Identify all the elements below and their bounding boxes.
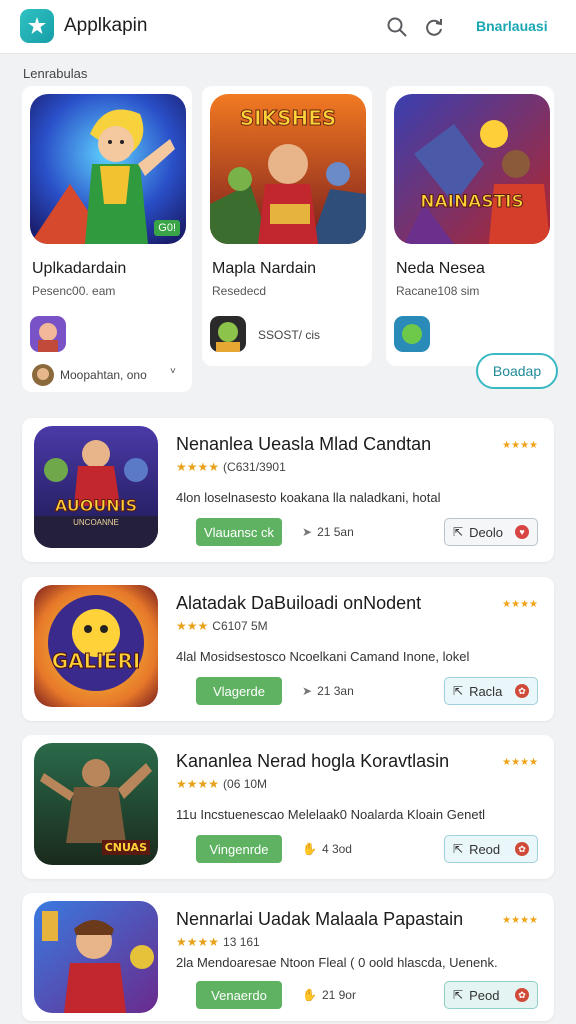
side-action-button[interactable]: Boadap: [476, 353, 558, 389]
app-title[interactable]: Nennarlai Uadak Malaala Papastain: [176, 909, 463, 930]
download-button[interactable]: Vlagerde: [196, 677, 282, 705]
featured-card-1[interactable]: G0! Uplkadardain Pesenc00. eam Moopahtan…: [22, 86, 192, 392]
size-info: ✋ 4 3od: [302, 842, 352, 856]
app-title[interactable]: Alatadak DaBuiloadi onNodent: [176, 593, 421, 614]
share-label: Reod: [469, 841, 501, 857]
size-info: ➤ 21 5an: [302, 525, 354, 539]
featured-row-text: SSOST/ cis: [258, 328, 321, 342]
rating-meta: (C631/3901: [223, 460, 286, 474]
share-button[interactable]: ⇱ Deolo ♥: [444, 518, 538, 546]
app-description: 4lon loselnasesto koakana lla naladkani,…: [176, 490, 441, 505]
size-info: ✋ 21 9or: [302, 988, 356, 1002]
download-button[interactable]: Venaerdo: [196, 981, 282, 1009]
featured-subtitle-3: Racane108 sim: [396, 284, 480, 298]
list-item[interactable]: GALIERI Alatadak DaBuiloadi onNodent ★★★…: [22, 577, 554, 721]
app-description: 2la Mendoaresae Ntoon Fleal ( 0 oold hla…: [176, 955, 498, 970]
featured-card-3[interactable]: NAINASTIS Neda Nesea Racane108 sim: [386, 86, 554, 366]
size-text: 21 5an: [317, 525, 354, 539]
related-app-icon[interactable]: [30, 316, 66, 352]
app-description: 4lal Mosidsestosco Ncoelkani Camand Inon…: [176, 649, 470, 664]
app-title[interactable]: Kananlea Nerad hogla Koravtlasin: [176, 751, 449, 772]
featured-art-1[interactable]: G0!: [30, 94, 186, 244]
rating-row: ★★★★ (06 10M: [176, 777, 267, 791]
list-item[interactable]: AUOUNIS UNCOANNE Nenanlea Ueasla Mlad Ca…: [22, 418, 554, 562]
featured-art-title: SIKSHES: [239, 106, 337, 131]
featured-card-2[interactable]: SIKSHES Mapla Nardain Resedecd SSOST/ ci…: [202, 86, 372, 366]
featured-title-2: Mapla Nardain: [212, 260, 317, 277]
featured-art-title: NAINASTIS: [420, 192, 525, 213]
app-art-subtitle: UNCOANNE: [73, 518, 119, 527]
size-text: 21 3an: [317, 684, 354, 698]
chevron-down-icon[interactable]: ˅: [170, 366, 176, 377]
thumb-icon: ✋: [302, 988, 317, 1002]
star-icon: ★★★★: [176, 935, 220, 949]
size-text: 21 9or: [321, 988, 356, 1002]
download-button[interactable]: Vingenrde: [196, 835, 282, 863]
arrow-icon: ➤: [302, 525, 313, 539]
heart-icon: ♥: [515, 525, 529, 539]
share-button[interactable]: ⇱ Peod ✿: [444, 981, 538, 1009]
rating-stars: ★★★★: [502, 915, 538, 926]
related-app-icon[interactable]: [210, 316, 246, 352]
featured-badge: G0!: [154, 220, 180, 236]
app-icon[interactable]: AUOUNIS UNCOANNE: [34, 426, 158, 548]
refresh-icon[interactable]: [423, 16, 445, 38]
app-art-title: CNUAS: [101, 840, 150, 855]
star-icon: ★★★: [176, 619, 209, 633]
list-item[interactable]: Nennarlai Uadak Malaala Papastain ★★★★ ★…: [22, 893, 554, 1021]
share-icon: ⇱: [453, 525, 464, 539]
app-icon[interactable]: [34, 901, 158, 1013]
featured-title-3: Neda Nesea: [396, 260, 485, 277]
header-action-link[interactable]: Bnarlauasi: [476, 18, 548, 34]
app-logo-icon[interactable]: [20, 9, 54, 43]
rating-stars: ★★★★: [502, 757, 538, 768]
app-title: Applkapin: [64, 15, 148, 36]
rating-meta: (06 10M: [223, 777, 268, 791]
featured-row-text: Moopahtan, ono: [60, 368, 147, 382]
badge-icon: ✿: [515, 842, 529, 856]
app-art-title: AUOUNIS: [54, 496, 138, 516]
section-label: Lenrabulas: [23, 66, 88, 81]
related-app-icon[interactable]: [394, 316, 430, 352]
app-title[interactable]: Nenanlea Ueasla Mlad Candtan: [176, 434, 431, 455]
rating-meta: 13 161: [223, 935, 260, 949]
featured-art-2[interactable]: SIKSHES: [210, 94, 366, 244]
star-icon: ★★★★: [176, 777, 220, 791]
rating-row: ★★★ C6107 5M: [176, 619, 268, 633]
featured-title-1: Uplkadardain: [32, 260, 127, 277]
rating-stars: ★★★★: [502, 440, 538, 451]
app-description: 11u Incstuenescao Melelaak0 Noalarda Klo…: [176, 807, 486, 822]
share-icon: ⇱: [453, 988, 464, 1002]
share-button[interactable]: ⇱ Reod ✿: [444, 835, 538, 863]
arrow-icon: ➤: [302, 684, 313, 698]
rating-row: ★★★★ 13 161: [176, 935, 260, 949]
app-icon[interactable]: GALIERI: [34, 585, 158, 707]
share-label: Racla: [469, 683, 503, 699]
rating-row: ★★★★ (C631/3901: [176, 460, 286, 474]
size-text: 4 3od: [321, 842, 352, 856]
featured-subtitle-2: Resedecd: [212, 284, 267, 298]
badge-icon: ✿: [515, 988, 529, 1002]
avatar: [32, 364, 54, 386]
search-icon[interactable]: [386, 16, 408, 38]
thumb-icon: ✋: [302, 842, 317, 856]
list-item[interactable]: CNUAS Kananlea Nerad hogla Koravtlasin ★…: [22, 735, 554, 879]
share-label: Peod: [469, 987, 500, 1003]
rating-meta: C6107 5M: [212, 619, 268, 633]
app-icon[interactable]: CNUAS: [34, 743, 158, 865]
share-button[interactable]: ⇱ Racla ✿: [444, 677, 538, 705]
share-icon: ⇱: [453, 842, 464, 856]
featured-subtitle-1: Pesenc00. eam: [32, 284, 116, 298]
share-label: Deolo: [469, 524, 504, 540]
featured-art-3[interactable]: NAINASTIS: [394, 94, 550, 244]
share-icon: ⇱: [453, 684, 464, 698]
badge-icon: ✿: [515, 684, 529, 698]
size-info: ➤ 21 3an: [302, 684, 354, 698]
rating-stars: ★★★★: [502, 599, 538, 610]
app-art-title: GALIERI: [51, 649, 141, 674]
star-icon: ★★★★: [176, 460, 220, 474]
download-button[interactable]: Vlauansc ck: [196, 518, 282, 546]
